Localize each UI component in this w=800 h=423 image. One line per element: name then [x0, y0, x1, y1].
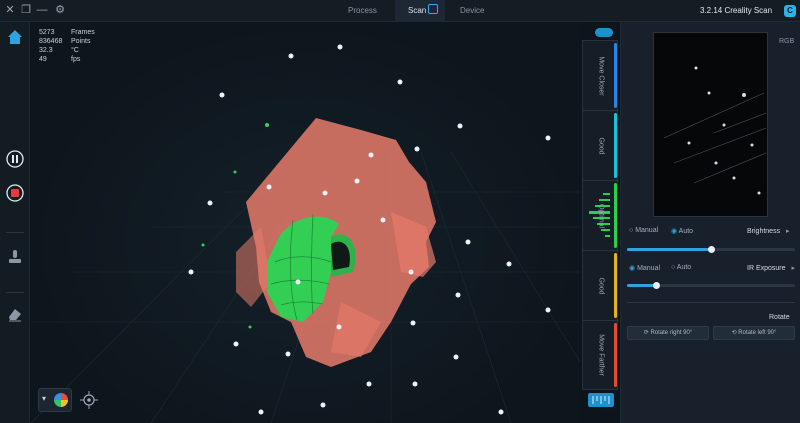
rotate-right-icon: ⟳	[643, 330, 649, 336]
scan-stats: 5273 Frames 836468 Points 32.3 °C 49 fps	[39, 28, 95, 64]
meter-label: Good	[597, 136, 605, 155]
left-toolbar	[0, 22, 30, 423]
meter-segment-good-near: Good	[583, 111, 619, 181]
color-mode-dropdown[interactable]: ▾	[38, 388, 72, 412]
stat-label: fps	[71, 56, 81, 63]
close-icon[interactable]: ✕	[4, 4, 16, 16]
radio-selected-icon: ◉	[671, 228, 678, 235]
rotate-title-text: Rotate	[769, 314, 790, 321]
slider-fill	[627, 248, 711, 251]
radio-icon: ○	[671, 264, 676, 271]
meter-label: Move Farther	[597, 334, 605, 376]
meter-bar	[614, 253, 617, 318]
meter-segment-optimal: Optimal	[583, 181, 619, 251]
minimize-icon[interactable]: —	[36, 4, 48, 16]
rotate-left-button[interactable]: ⟲ Rotate left 90°	[713, 326, 795, 340]
chevron-right-icon[interactable]: ▸	[786, 228, 790, 235]
scan-canvas	[31, 44, 580, 423]
rotate-title: Rotate	[769, 314, 790, 321]
stat-label: Points	[71, 38, 91, 45]
scan-viewport[interactable]: 5273 Frames 836468 Points 32.3 °C 49 fps	[31, 22, 580, 423]
stat-value: 836468	[39, 38, 63, 45]
tab-device-label: Device	[460, 6, 485, 15]
meter-bar	[614, 113, 617, 178]
tab-scan-label: Scan	[408, 6, 427, 15]
chevron-down-icon: ▾	[42, 394, 47, 403]
eraser-icon[interactable]	[6, 305, 24, 323]
stat-temperature: 32.3 °C	[39, 46, 95, 55]
ir-exposure-title-text: IR Exposure	[747, 265, 786, 272]
app-logo-icon: C	[784, 5, 796, 17]
locate-target-icon[interactable]	[80, 391, 98, 409]
pause-button[interactable]	[6, 150, 24, 168]
toolbar-divider	[6, 232, 24, 233]
radio-selected-icon: ◉	[629, 265, 636, 272]
rotate-right-label: Rotate right 90°	[650, 330, 693, 336]
app-version: 3.2.14	[700, 6, 723, 15]
app-name: Creality Scan	[724, 6, 773, 15]
home-icon[interactable]	[6, 28, 24, 46]
slider-knob[interactable]	[708, 246, 715, 253]
ir-exposure-title: IR Exposure ▸	[747, 264, 795, 272]
slider-fill	[627, 284, 656, 287]
rotate-left-icon: ⟲	[731, 330, 737, 336]
meter-label: Good	[597, 276, 605, 295]
color-wheel-icon	[54, 393, 68, 407]
tab-process-label: Process	[348, 6, 377, 15]
ruler-icon[interactable]	[588, 393, 614, 407]
meter-bar	[614, 183, 617, 248]
rgb-camera-preview	[653, 32, 768, 217]
stat-label: Frames	[71, 29, 95, 36]
meter-toggle[interactable]	[595, 28, 613, 37]
brightness-manual-label: Manual	[635, 227, 659, 234]
tab-process[interactable]: Process	[348, 3, 377, 19]
stop-button[interactable]	[6, 184, 24, 202]
panel-divider	[627, 302, 795, 303]
stat-value: 5273	[39, 29, 55, 36]
meter-segment-good-far: Good	[583, 251, 619, 321]
app-title: 3.2.14 Creality Scan	[700, 3, 772, 19]
preview-mode-label: RGB	[779, 38, 795, 45]
rotate-left-label: Rotate left 90°	[738, 330, 777, 336]
ir-exposure-auto-radio[interactable]: ○ Auto	[671, 264, 691, 271]
tab-scan[interactable]: Scan	[408, 3, 441, 19]
right-panel: RGB Brightness ▸ ◉ Auto ○ Manual IR Expo…	[620, 22, 800, 423]
brightness-manual-radio[interactable]: ○ Manual	[629, 227, 658, 234]
radio-icon: ○	[629, 227, 634, 234]
slider-knob[interactable]	[653, 282, 660, 289]
turntable-icon[interactable]	[6, 248, 24, 266]
stat-fps: 49 fps	[39, 55, 95, 64]
stat-frames: 5273 Frames	[39, 28, 95, 37]
title-bar: ✕ ❐ — ⚙ Process Scan Device 3.2.14 Creal…	[0, 0, 800, 22]
brightness-auto-radio[interactable]: ◉ Auto	[671, 227, 693, 235]
ir-exposure-auto-label: Auto	[676, 264, 692, 271]
brightness-auto-label: Auto	[678, 228, 694, 235]
meter-segment-move-closer: Move Closer	[583, 41, 619, 111]
tab-device[interactable]: Device	[460, 3, 484, 19]
meter-bar	[614, 43, 617, 108]
meter-label: Optimal	[597, 203, 605, 228]
brightness-title: Brightness ▸	[747, 227, 790, 235]
camera-feed	[663, 66, 767, 195]
brightness-slider[interactable]	[627, 246, 795, 253]
meter-label: Move Closer	[597, 55, 605, 96]
ir-exposure-slider[interactable]	[627, 282, 795, 289]
brightness-title-text: Brightness	[747, 228, 781, 235]
stat-value: 32.3	[39, 47, 53, 54]
ir-exposure-manual-radio[interactable]: ◉ Manual	[629, 264, 660, 272]
settings-icon[interactable]: ⚙	[54, 4, 66, 16]
toolbar-divider	[6, 292, 24, 293]
restore-icon[interactable]: ❐	[20, 4, 32, 16]
rotate-right-button[interactable]: ⟳ Rotate right 90°	[627, 326, 709, 340]
scan-icon	[428, 4, 439, 14]
stat-points: 836468 Points	[39, 37, 95, 46]
stat-label: °C	[71, 47, 79, 54]
meter-bar	[614, 323, 617, 387]
ir-exposure-manual-label: Manual	[637, 265, 661, 272]
chevron-right-icon[interactable]: ▸	[791, 265, 795, 272]
meter-segment-move-farther: Move Farther	[583, 321, 619, 389]
stat-value: 49	[39, 56, 47, 63]
distance-meter: Move Closer Good Optimal Good Move Farth…	[582, 40, 619, 390]
